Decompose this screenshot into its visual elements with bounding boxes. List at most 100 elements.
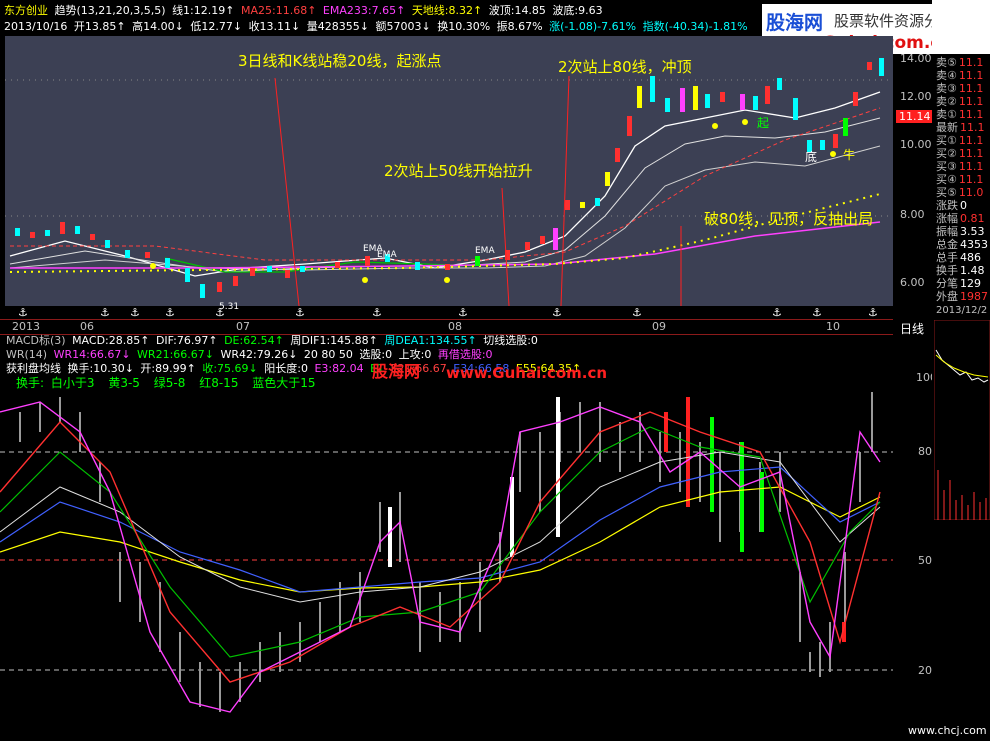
turnover-bar-white <box>556 397 560 537</box>
candle <box>740 94 745 110</box>
quote-row[interactable]: 卖③ 11.1 <box>936 82 990 95</box>
candle <box>30 232 35 238</box>
quote-row[interactable]: 外盘 1987 <box>936 290 990 303</box>
anchor-icon[interactable]: ⚓ <box>632 306 642 319</box>
candle <box>15 228 20 236</box>
quote-row[interactable]: 卖① 11.1 <box>936 108 990 121</box>
candle <box>335 262 340 268</box>
watermark-brand: 股海网 <box>372 362 421 381</box>
anchor-icon[interactable]: ⚓ <box>552 306 562 319</box>
mini-chart[interactable] <box>934 320 990 520</box>
quote-row[interactable]: 总金 4353 <box>936 238 990 251</box>
candle <box>105 240 110 248</box>
candle <box>90 234 95 240</box>
candle <box>540 236 545 244</box>
quote-item: 涨(-1.08)-7.61% <box>549 20 637 33</box>
quote-row[interactable]: 买③ 11.1 <box>936 160 990 173</box>
anchor-icon[interactable]: ⚓ <box>295 306 305 319</box>
candle <box>650 76 655 102</box>
candle <box>553 228 558 250</box>
quote-row[interactable]: 买⑤ 11.0 <box>936 186 990 199</box>
stock-name[interactable]: 东方创业 <box>4 4 48 17</box>
quote-row[interactable]: 卖⑤ 11.1 <box>936 56 990 69</box>
anchor-icon[interactable]: ⚓ <box>772 306 782 319</box>
turnover-bar-green <box>740 442 744 552</box>
candle <box>753 96 758 110</box>
quote-panel-logo-cover <box>932 0 990 54</box>
indicator-chart[interactable] <box>0 392 893 737</box>
anchor-icon[interactable]: ⚓ <box>372 306 382 319</box>
price-axis-label: 14.00 <box>900 52 932 65</box>
anchor-icon[interactable]: ⚓ <box>18 306 28 319</box>
candle <box>285 270 290 278</box>
quote-row[interactable]: 卖④ 11.1 <box>936 69 990 82</box>
quote-row[interactable]: 卖② 11.1 <box>936 95 990 108</box>
legend-item: 红8-15 <box>199 376 239 390</box>
anchor-icon[interactable]: ⚓ <box>215 306 225 319</box>
candle <box>250 268 255 276</box>
signal-dot <box>830 151 836 157</box>
candle <box>867 62 872 70</box>
huoli-item: 换手:10.30↓ <box>67 362 134 375</box>
anchor-icon[interactable]: ⚓ <box>130 306 140 319</box>
quote-date: 2013/12/2 <box>936 305 988 316</box>
quote-item: 低12.77↓ <box>190 20 243 33</box>
macd-row: MACD标(3) MACD:28.85↑ DIF:76.97↑ DE:62.54… <box>6 334 541 347</box>
quote-row[interactable]: 振幅 3.53 <box>936 225 990 238</box>
watermark-url: www.Guhai.com.cn <box>446 364 608 382</box>
annotation-arrow-line <box>560 75 570 306</box>
indicator-axis-label: 80 <box>918 445 932 458</box>
ma-value: 波顶:14.85 <box>488 4 546 17</box>
candle <box>217 282 222 292</box>
anchor-icon[interactable]: ⚓ <box>165 306 175 319</box>
candle <box>693 86 698 110</box>
indicator-name[interactable]: 趋势(13,21,20,3,5,5) <box>55 4 166 17</box>
anchor-icon[interactable]: ⚓ <box>458 306 468 319</box>
ma-line-white <box>9 91 881 277</box>
label-niu: 牛 <box>843 148 856 162</box>
quote-row[interactable]: 分笔 129 <box>936 277 990 290</box>
quote-item: 收13.11↓ <box>248 20 301 33</box>
candle <box>233 276 238 286</box>
candle <box>843 118 848 136</box>
candle <box>820 140 825 150</box>
quote-list: 卖⑤ 11.1 卖④ 11.1 卖③ 11.1 卖② 11.1 卖① 11.1 最新 11.… <box>936 56 990 316</box>
legend-item: 绿5-8 <box>153 376 186 390</box>
quote-row[interactable]: 买① 11.1 <box>936 134 990 147</box>
candle <box>665 98 670 112</box>
wr-item[interactable]: WR(14) <box>6 348 47 361</box>
candle <box>680 88 685 112</box>
anchor-icon[interactable]: ⚓ <box>868 306 878 319</box>
quote-row[interactable]: 涨幅 0.81 <box>936 212 990 225</box>
date-axis: 2013 06 07 08 09 10 <box>0 319 893 335</box>
macd-item: 周DIF1:145.88↑ <box>290 334 378 347</box>
legend-row: 换手: 白小于3 黄3-5 绿5-8 红8-15 蓝色大于15 <box>16 377 319 390</box>
date-month: 08 <box>448 320 462 333</box>
candle <box>580 202 585 208</box>
date-month: 10 <box>826 320 840 333</box>
quote-row[interactable]: 涨跌 0 <box>936 199 990 212</box>
legend-item: 换手: <box>16 376 45 390</box>
quote-row[interactable]: 换手 1.48 <box>936 264 990 277</box>
huoli-item: E3:82.04 <box>314 362 364 375</box>
quote-row[interactable]: 买② 11.1 <box>936 147 990 160</box>
indicator-axis-label: 20 <box>918 664 932 677</box>
signal-dot <box>742 119 748 125</box>
macd-item: DE:62.54↑ <box>224 334 284 347</box>
anchor-icon[interactable]: ⚓ <box>100 306 110 319</box>
candle <box>595 198 600 206</box>
label-ema: EMA <box>475 246 495 256</box>
quote-bar: 2013/10/16 开13.85↑ 高14.00↓ 低12.77↓ 收13.1… <box>4 20 751 33</box>
quote-row[interactable]: 最新 11.1 <box>936 121 990 134</box>
macd-item[interactable]: MACD标(3) <box>6 334 66 347</box>
huoli-item: 阳长度:0 <box>264 362 308 375</box>
date-month: 09 <box>652 320 666 333</box>
period-label[interactable]: 日线 <box>900 320 924 337</box>
quote-item: 量428355↓ <box>306 20 369 33</box>
quote-row[interactable]: 总手 486 <box>936 251 990 264</box>
candle <box>615 148 620 162</box>
date-year: 2013 <box>12 320 40 333</box>
quote-row[interactable]: 买④ 11.1 <box>936 173 990 186</box>
anchor-icon[interactable]: ⚓ <box>812 306 822 319</box>
huoli-item[interactable]: 获利盘均线 <box>6 362 61 375</box>
